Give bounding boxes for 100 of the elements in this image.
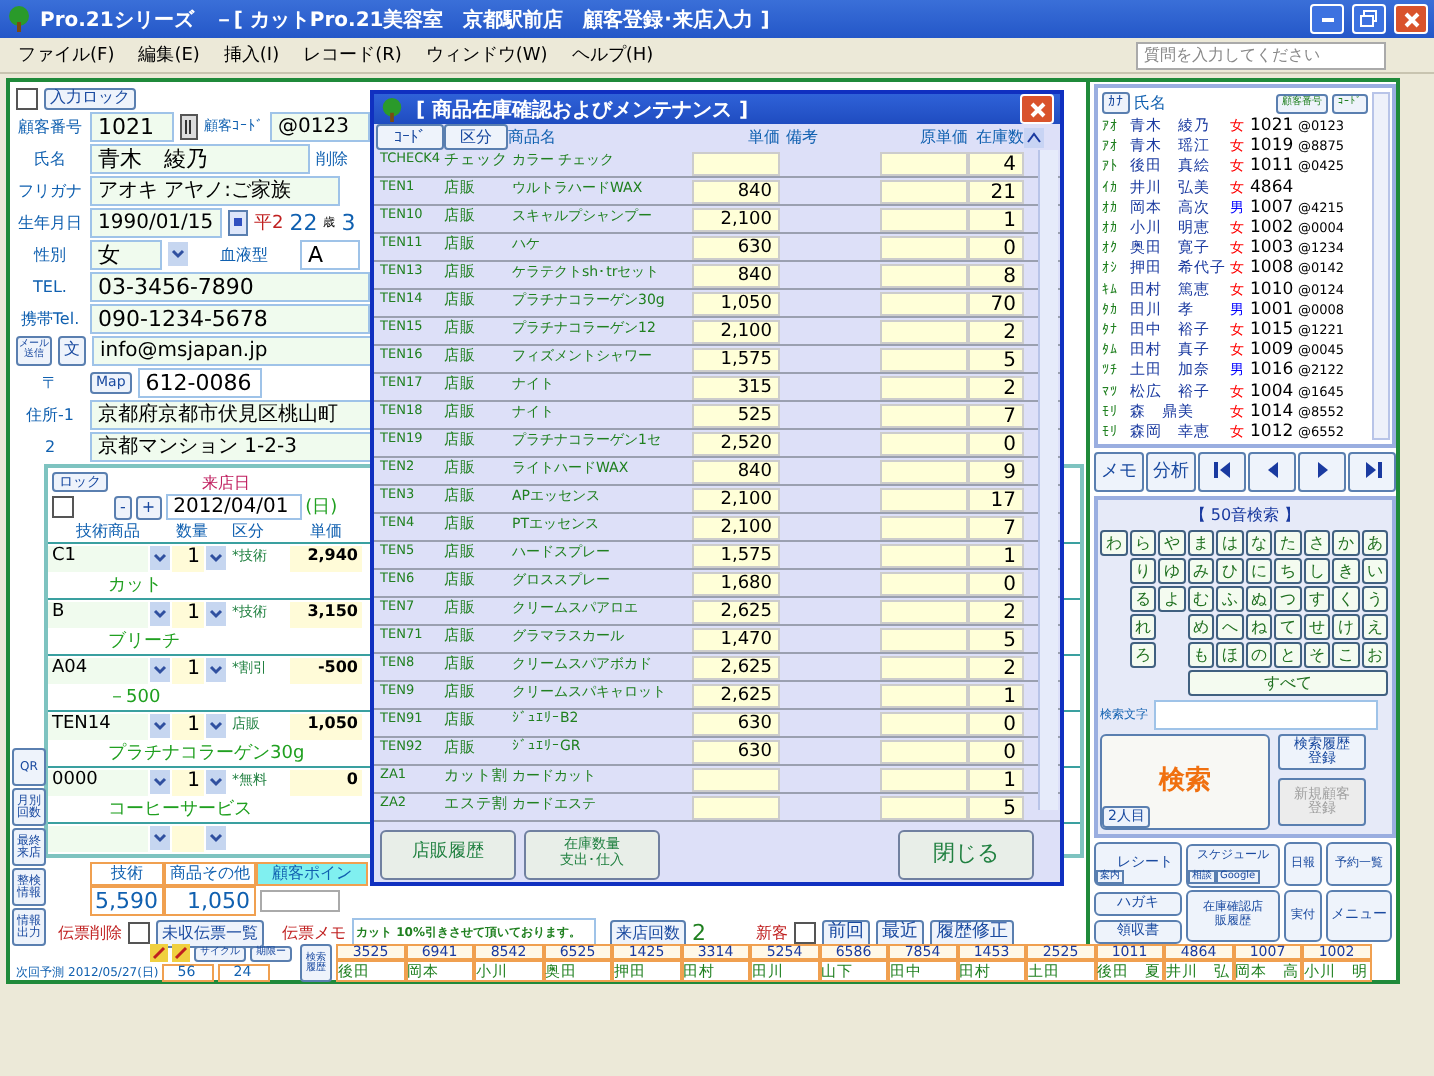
- kana-button[interactable]: も: [1187, 642, 1214, 668]
- item-code-cell[interactable]: C1: [48, 545, 148, 571]
- price-field[interactable]: 2,520: [692, 431, 780, 455]
- sales-history-button[interactable]: 店販履歴: [380, 829, 516, 879]
- kana-button[interactable]: む: [1187, 586, 1214, 612]
- menu-item[interactable]: 挿入(I): [213, 42, 290, 68]
- stock-field[interactable]: 0: [968, 739, 1024, 763]
- kana-button[interactable]: と: [1274, 642, 1301, 668]
- menu-item[interactable]: ウィンドウ(W): [415, 42, 558, 68]
- cost-field[interactable]: [880, 571, 968, 595]
- nav-button[interactable]: 分析: [1146, 452, 1196, 492]
- email-field[interactable]: info@msjapan.jp: [92, 335, 372, 365]
- dropdown-icon[interactable]: [150, 602, 170, 626]
- cost-field[interactable]: [880, 347, 968, 371]
- code-sort-button[interactable]: ｺｰﾄﾞ: [376, 124, 444, 150]
- kana-button[interactable]: ゆ: [1158, 558, 1185, 584]
- price-field[interactable]: 1,575: [692, 543, 780, 567]
- last-record-icon[interactable]: [1348, 452, 1396, 492]
- kana-button[interactable]: ふ: [1216, 586, 1243, 612]
- pencil-icon[interactable]: [172, 944, 190, 962]
- kana-button[interactable]: え: [1361, 614, 1388, 640]
- nav-button[interactable]: メモ: [1094, 452, 1144, 492]
- previous-icon[interactable]: [1248, 452, 1296, 492]
- stock-field[interactable]: 1: [968, 543, 1024, 567]
- cost-field[interactable]: [880, 683, 968, 707]
- kana-button[interactable]: よ: [1158, 586, 1185, 612]
- cost-field[interactable]: [880, 179, 968, 203]
- kana-button[interactable]: せ: [1303, 614, 1330, 640]
- stock-field[interactable]: 70: [968, 291, 1024, 315]
- cost-field[interactable]: [880, 655, 968, 679]
- menu-item[interactable]: ヘルプ(H): [561, 42, 664, 68]
- dropdown-icon[interactable]: [206, 770, 226, 794]
- dropdown-icon[interactable]: [206, 602, 226, 626]
- price-field[interactable]: 630: [692, 739, 780, 763]
- price-field[interactable]: 2,625: [692, 683, 780, 707]
- stock-field[interactable]: 5: [968, 627, 1024, 651]
- kana-button[interactable]: き: [1332, 558, 1359, 584]
- kana-button[interactable]: へ: [1216, 614, 1243, 640]
- kana-button[interactable]: ほ: [1216, 642, 1243, 668]
- stock-field[interactable]: 0: [968, 431, 1024, 455]
- cost-field[interactable]: [880, 375, 968, 399]
- kana-button[interactable]: ぬ: [1245, 586, 1272, 612]
- all-button[interactable]: すべて: [1187, 670, 1388, 696]
- kana-button[interactable]: う: [1361, 586, 1388, 612]
- dropdown-icon[interactable]: [150, 546, 170, 570]
- price-field[interactable]: 2,100: [692, 207, 780, 231]
- stock-field[interactable]: 2: [968, 375, 1024, 399]
- price-field[interactable]: 1,470: [692, 627, 780, 651]
- category-sort-button[interactable]: 区分: [444, 124, 508, 150]
- kana-button[interactable]: ら: [1129, 530, 1156, 556]
- history-nav-button[interactable]: 履歴修正: [930, 919, 1014, 947]
- price-field[interactable]: 525: [692, 403, 780, 427]
- help-search-field[interactable]: 質問を入力してください: [1136, 41, 1386, 69]
- kana-button[interactable]: の: [1245, 642, 1272, 668]
- quantity-cell[interactable]: 1: [172, 769, 204, 795]
- stock-field[interactable]: 0: [968, 571, 1024, 595]
- cost-field[interactable]: [880, 459, 968, 483]
- kana-button[interactable]: け: [1332, 614, 1359, 640]
- item-code-cell[interactable]: A04: [48, 657, 148, 683]
- stock-field[interactable]: 7: [968, 515, 1024, 539]
- stock-field[interactable]: 5: [968, 795, 1024, 819]
- cost-field[interactable]: [880, 319, 968, 343]
- stock-field[interactable]: 0: [968, 711, 1024, 735]
- quantity-cell[interactable]: 1: [172, 601, 204, 627]
- kana-button[interactable]: ひ: [1216, 558, 1243, 584]
- name-field[interactable]: 青木 綾乃: [90, 143, 310, 173]
- kana-button[interactable]: み: [1187, 558, 1214, 584]
- price-field[interactable]: 315: [692, 375, 780, 399]
- cost-field[interactable]: [880, 151, 968, 175]
- quantity-cell[interactable]: 1: [172, 545, 204, 571]
- pencil-icon[interactable]: [150, 944, 168, 962]
- stock-field[interactable]: 21: [968, 179, 1024, 203]
- close-dialog-button[interactable]: 閉じる: [898, 829, 1034, 879]
- kana-button[interactable]: こ: [1332, 642, 1359, 668]
- history-nav-button[interactable]: 前回: [822, 919, 870, 947]
- cost-field[interactable]: [880, 543, 968, 567]
- stock-field[interactable]: 1: [968, 767, 1024, 791]
- stock-field[interactable]: 8: [968, 263, 1024, 287]
- cost-field[interactable]: [880, 235, 968, 259]
- price-field[interactable]: 840: [692, 263, 780, 287]
- points-field[interactable]: [260, 890, 340, 912]
- kana-button[interactable]: め: [1187, 614, 1214, 640]
- price-field[interactable]: 630: [692, 235, 780, 259]
- dropdown-icon[interactable]: [206, 546, 226, 570]
- next-icon[interactable]: [1298, 452, 1346, 492]
- dropdown-icon[interactable]: [206, 714, 226, 738]
- price-field[interactable]: [692, 767, 780, 791]
- price-field[interactable]: 1,575: [692, 347, 780, 371]
- price-field[interactable]: 840: [692, 179, 780, 203]
- lock-checkbox[interactable]: [16, 87, 38, 109]
- kana-button[interactable]: す: [1303, 586, 1330, 612]
- kana-button[interactable]: な: [1245, 530, 1272, 556]
- kana-button[interactable]: て: [1274, 614, 1301, 640]
- cost-field[interactable]: [880, 795, 968, 819]
- minimize-button[interactable]: [1310, 4, 1344, 34]
- stock-field[interactable]: 17: [968, 487, 1024, 511]
- scroll-up-icon[interactable]: [1024, 127, 1044, 147]
- dropdown-icon[interactable]: [150, 826, 170, 850]
- price-field[interactable]: 2,625: [692, 599, 780, 623]
- price-field[interactable]: 1,680: [692, 571, 780, 595]
